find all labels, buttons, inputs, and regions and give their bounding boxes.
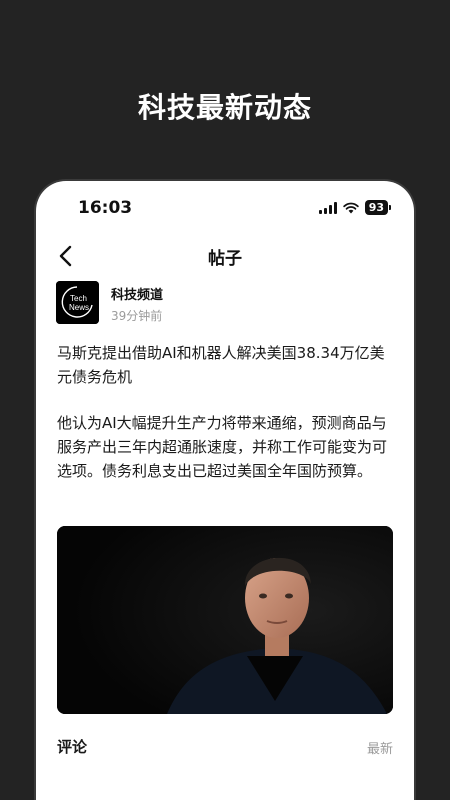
battery-icon: 93 (364, 200, 392, 215)
avatar-text-line1: Tech (70, 294, 87, 303)
post-time: 39分钟前 (111, 309, 163, 323)
post-body: 他认为AI大幅提升生产力将带来通缩，预测商品与服务产出三年内超通胀速度，并称工作… (57, 414, 388, 480)
status-bar: 16:03 93 (36, 181, 414, 233)
promo-page: 科技最新动态 16:03 93 帖子 Tech News 科技频道 39分钟前 … (0, 0, 450, 800)
post-author: Tech News 科技频道 39分钟前 (56, 281, 394, 325)
status-icons: 93 (318, 200, 392, 215)
comments-header: 评论 最新 (57, 736, 393, 758)
post-image[interactable] (57, 526, 393, 714)
post-title: 马斯克提出借助AI和机器人解决美国38.34万亿美元债务危机 (57, 344, 385, 386)
wifi-icon (342, 202, 359, 213)
avatar[interactable]: Tech News (56, 281, 99, 324)
tech-news-logo-icon: Tech News (56, 281, 99, 324)
promo-title: 科技最新动态 (137, 91, 312, 124)
avatar-text-line2: News (69, 303, 89, 312)
page-title: 帖子 (208, 249, 242, 269)
sort-latest-button[interactable]: 最新 (367, 738, 393, 757)
signal-icon (318, 201, 337, 214)
author-name[interactable]: 科技频道 (111, 284, 163, 303)
status-time: 16:03 (78, 198, 133, 218)
nav-bar: 帖子 (36, 241, 414, 271)
comments-label: 评论 (57, 738, 88, 756)
person-photo-icon (57, 526, 393, 714)
phone-screen: 16:03 93 帖子 Tech News 科技频道 39分钟前 马斯克提出借助… (36, 181, 414, 800)
